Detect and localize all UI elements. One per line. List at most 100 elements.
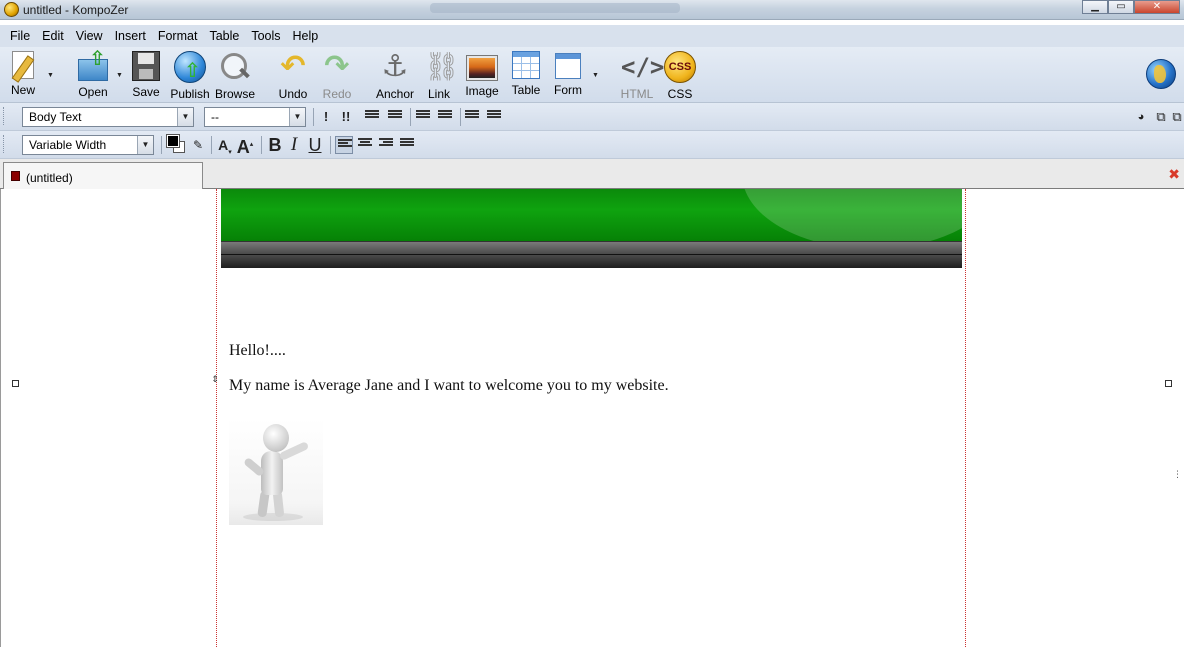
anchor-icon: ⚓ bbox=[381, 50, 409, 83]
css-button[interactable]: CSS CSS bbox=[662, 51, 698, 101]
anchor-button[interactable]: ⚓ Anchor bbox=[374, 50, 416, 102]
link-button[interactable]: ⛓ Link bbox=[424, 51, 460, 101]
resize-handle-center-icon[interactable]: ⇕ bbox=[211, 374, 219, 394]
outdent-icon[interactable] bbox=[438, 110, 452, 122]
menu-help[interactable]: Help bbox=[287, 29, 325, 43]
numbered-list-icon[interactable] bbox=[365, 110, 379, 122]
menu-view[interactable]: View bbox=[70, 29, 109, 43]
new-document-icon bbox=[12, 51, 34, 79]
layer-stack-icon[interactable]: ⧉ bbox=[1168, 108, 1184, 126]
publish-globe-icon bbox=[174, 51, 206, 83]
layout-guide-right bbox=[965, 189, 966, 647]
banner-gray-bar bbox=[221, 241, 962, 254]
css-badge-icon: CSS bbox=[664, 51, 696, 83]
html-label: HTML bbox=[620, 87, 654, 101]
anchor-label: Anchor bbox=[375, 87, 415, 101]
undo-button[interactable]: ↶ Undo bbox=[276, 51, 310, 102]
redo-button[interactable]: ↷ Redo bbox=[320, 51, 354, 102]
format-toolbar-2: Variable Width ▼ ✎ A▾ A▴ B I U bbox=[0, 131, 1184, 159]
separator bbox=[410, 108, 411, 126]
new-dropdown-arrow-icon[interactable]: ▼ bbox=[47, 72, 54, 79]
open-label: Open bbox=[78, 85, 108, 99]
window-controls: ▁ ▭ ✕ bbox=[1082, 0, 1180, 14]
chain-link-icon: ⛓ bbox=[424, 51, 460, 82]
resize-handle-right[interactable] bbox=[1165, 380, 1172, 387]
paragraph-format-value: Body Text bbox=[29, 110, 82, 124]
menu-insert[interactable]: Insert bbox=[109, 29, 152, 43]
definition-term-icon[interactable] bbox=[465, 110, 479, 122]
chevron-down-icon: ▼ bbox=[177, 108, 193, 126]
form-button[interactable]: Form bbox=[550, 51, 586, 101]
undo-label: Undo bbox=[278, 87, 308, 101]
bold-button[interactable]: B bbox=[266, 136, 284, 154]
background-window-blur bbox=[430, 3, 680, 13]
text-color-picker[interactable] bbox=[166, 134, 189, 155]
document-body[interactable]: Hello!.... My name is Average Jane and I… bbox=[229, 342, 669, 412]
image-label: Image bbox=[465, 84, 499, 98]
highlight-pen-icon[interactable]: ✎ bbox=[189, 136, 207, 154]
underline-button[interactable]: U bbox=[306, 136, 324, 154]
new-button[interactable]: New bbox=[4, 51, 42, 101]
separator bbox=[460, 108, 461, 126]
publish-button[interactable]: Publish bbox=[168, 51, 212, 101]
banner-green-band bbox=[221, 189, 962, 241]
align-left-button[interactable] bbox=[335, 136, 353, 154]
greeting-paragraph[interactable]: Hello!.... bbox=[229, 342, 669, 360]
minimize-button[interactable]: ▁ bbox=[1082, 0, 1108, 14]
separator bbox=[330, 136, 331, 154]
align-center-icon[interactable] bbox=[358, 138, 372, 150]
menu-tools[interactable]: Tools bbox=[245, 29, 286, 43]
open-dropdown-arrow-icon[interactable]: ▼ bbox=[116, 72, 123, 79]
object-properties-icon[interactable]: ◕ bbox=[1132, 108, 1150, 126]
menu-table[interactable]: Table bbox=[203, 29, 245, 43]
bullet-list-icon[interactable] bbox=[388, 110, 402, 122]
smaller-font-button[interactable]: A▾ bbox=[216, 136, 234, 156]
emphasis-button[interactable]: ! bbox=[317, 108, 335, 126]
toolbar-grip[interactable] bbox=[3, 107, 7, 125]
browse-button[interactable]: Browse bbox=[214, 51, 256, 101]
open-button[interactable]: Open bbox=[74, 46, 112, 101]
tab-untitled[interactable]: (untitled) bbox=[3, 162, 203, 189]
larger-font-button[interactable]: A▴ bbox=[236, 136, 254, 156]
menu-edit[interactable]: Edit bbox=[36, 29, 70, 43]
open-folder-icon bbox=[78, 46, 108, 81]
italic-button[interactable]: I bbox=[285, 135, 303, 154]
throbber-globe-icon bbox=[1146, 59, 1176, 89]
save-button[interactable]: Save bbox=[128, 51, 164, 101]
align-left-icon bbox=[338, 139, 352, 151]
html-button[interactable]: </> HTML bbox=[618, 51, 665, 101]
toolbar-grip[interactable] bbox=[3, 135, 7, 153]
align-right-icon[interactable] bbox=[379, 138, 393, 150]
form-dropdown-arrow-icon[interactable]: ▼ bbox=[592, 72, 599, 79]
font-select[interactable]: Variable Width ▼ bbox=[22, 135, 154, 155]
definition-description-icon[interactable] bbox=[487, 110, 501, 122]
document-tab-bar: (untitled) ✖ bbox=[0, 159, 1184, 189]
title-bar: untitled - KompoZer ▁ ▭ ✕ bbox=[0, 0, 1184, 20]
intro-paragraph[interactable]: My name is Average Jane and I want to we… bbox=[229, 377, 669, 395]
strong-button[interactable]: !! bbox=[337, 108, 355, 126]
banner-dark-bar bbox=[221, 254, 962, 268]
magnifier-icon bbox=[219, 51, 251, 83]
menu-bar: File Edit View Insert Format Table Tools… bbox=[0, 25, 1184, 47]
menu-file[interactable]: File bbox=[4, 29, 36, 43]
document-icon bbox=[11, 171, 20, 181]
close-tab-icon[interactable]: ✖ bbox=[1168, 167, 1180, 181]
justify-icon[interactable] bbox=[400, 138, 414, 150]
table-button[interactable]: Table bbox=[508, 51, 544, 101]
maximize-button[interactable]: ▭ bbox=[1108, 0, 1134, 14]
layout-guide-left bbox=[216, 189, 217, 647]
image-button[interactable]: Image bbox=[462, 51, 502, 101]
class-select[interactable]: -- ▼ bbox=[204, 107, 306, 127]
scrollbar-grip-icon[interactable]: ⋮ bbox=[1173, 469, 1182, 480]
header-banner-image bbox=[221, 189, 962, 268]
menu-format[interactable]: Format bbox=[152, 29, 204, 43]
indent-icon[interactable] bbox=[416, 110, 430, 122]
editor-canvas[interactable]: ⇕ Hello!.... My name is Average Jane and… bbox=[0, 189, 1184, 647]
separator bbox=[161, 136, 162, 154]
redo-label: Redo bbox=[322, 87, 352, 101]
foreground-color-swatch bbox=[166, 134, 180, 148]
close-window-button[interactable]: ✕ bbox=[1134, 0, 1180, 14]
paragraph-format-select[interactable]: Body Text ▼ bbox=[22, 107, 194, 127]
3d-person-presenting-image[interactable] bbox=[229, 419, 323, 525]
resize-handle-left[interactable] bbox=[12, 380, 19, 387]
